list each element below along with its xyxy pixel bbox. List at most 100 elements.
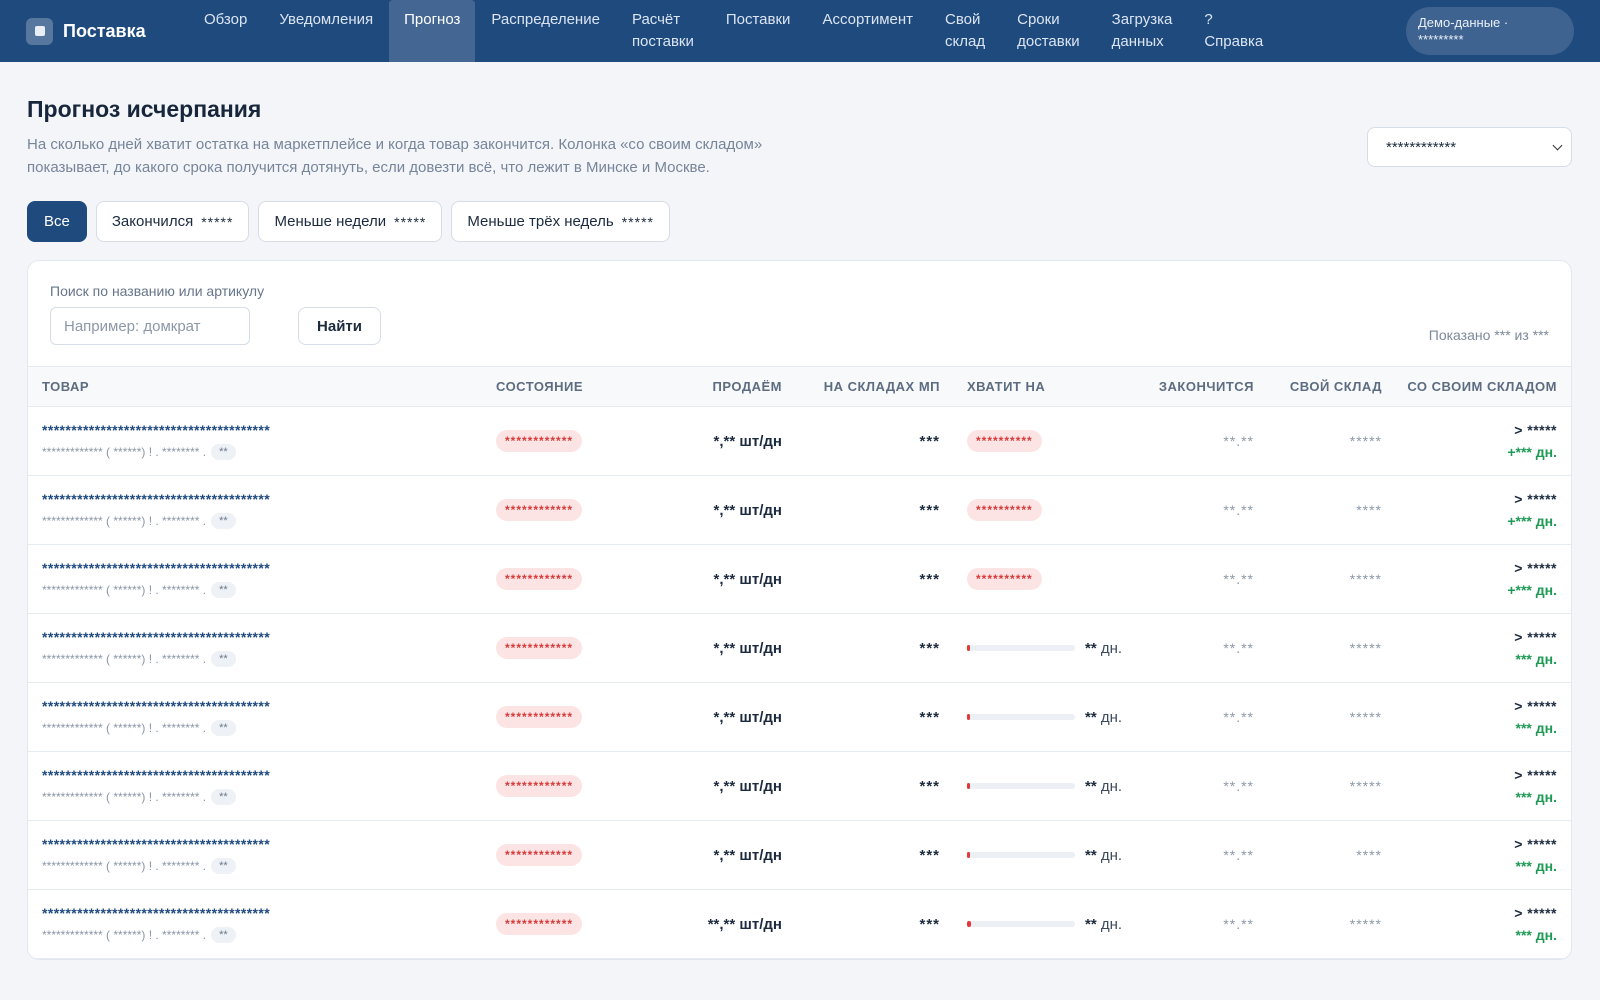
- nav-item[interactable]: ? Справка: [1188, 0, 1279, 62]
- cell-state: ************: [496, 475, 661, 545]
- cell-state: ************: [496, 406, 661, 476]
- cell-runs-out: **.**: [1126, 613, 1254, 683]
- days-left-bar-fill: [967, 783, 971, 789]
- product-meta: ************* ( ******) ! . ******** .: [42, 928, 207, 942]
- days-left-number: **: [1085, 708, 1097, 726]
- table-row[interactable]: *************************************** *…: [28, 544, 1571, 614]
- period-select[interactable]: ************: [1367, 127, 1572, 167]
- days-left-unit: дн.: [1100, 846, 1123, 864]
- column-header-mp-stock[interactable]: НА СКЛАДАХ МП: [782, 366, 940, 407]
- product-title-link[interactable]: ***************************************: [42, 698, 496, 714]
- main-nav: Обзор Уведомления Прогноз Распределение Расч…: [188, 0, 1279, 62]
- cell-enough-for: ** дн.: [940, 613, 1126, 683]
- nav-item[interactable]: Ассортимент: [806, 0, 929, 62]
- runs-out-date: **.**: [1223, 501, 1254, 518]
- runs-out-date: **.**: [1223, 777, 1254, 794]
- cell-mp-stock: ***: [782, 544, 940, 614]
- table-row[interactable]: *************************************** *…: [28, 682, 1571, 752]
- column-header-state[interactable]: СОСТОЯНИЕ: [496, 366, 661, 407]
- nav-item[interactable]: Поставки: [710, 0, 807, 62]
- nav-item[interactable]: Расчёт поставки: [616, 0, 710, 62]
- status-badge: ************: [496, 775, 583, 797]
- product-title-link[interactable]: ***************************************: [42, 560, 496, 576]
- filter-chip[interactable]: Закончился *****: [95, 201, 250, 242]
- filter-chip-count: *****: [394, 213, 427, 230]
- days-left-unit: дн.: [1100, 639, 1123, 657]
- mp-stock-value: ***: [919, 846, 940, 864]
- product-title-link[interactable]: ***************************************: [42, 905, 496, 921]
- search-label: Поиск по названию или артикулу: [50, 283, 265, 299]
- product-title-link[interactable]: ***************************************: [42, 767, 496, 783]
- cell-runs-out: **.**: [1126, 751, 1254, 821]
- demo-data-badge[interactable]: Демо-данные · *********: [1406, 7, 1574, 55]
- cell-product: *************************************** *…: [28, 751, 496, 821]
- nav-item[interactable]: Загрузка данных: [1096, 0, 1189, 62]
- table-row[interactable]: *************************************** *…: [28, 820, 1571, 890]
- product-subtitle: ************* ( ******) ! . ******** . **: [42, 582, 496, 598]
- column-header-enough-for[interactable]: ХВАТИТ НА: [940, 366, 1126, 407]
- filter-chip[interactable]: Меньше недели *****: [258, 201, 443, 242]
- nav-item[interactable]: Прогноз: [389, 0, 476, 62]
- runs-out-date: **.**: [1223, 915, 1254, 932]
- table-row[interactable]: *************************************** *…: [28, 613, 1571, 683]
- page-description: На сколько дней хватит остатка на маркет…: [27, 136, 763, 176]
- cell-enough-for: ** дн.: [940, 751, 1126, 821]
- cell-state: ************: [496, 613, 661, 683]
- cell-enough-for: ** дн.: [940, 889, 1126, 959]
- sales-rate: *,** шт/дн: [713, 846, 782, 864]
- cell-runs-out: **.**: [1126, 544, 1254, 614]
- sales-rate: *,** шт/дн: [713, 708, 782, 726]
- cell-runs-out: **.**: [1126, 820, 1254, 890]
- cell-product: *************************************** *…: [28, 406, 496, 476]
- product-subtitle: ************* ( ******) ! . ******** . **: [42, 651, 496, 667]
- table-row[interactable]: *************************************** *…: [28, 475, 1571, 545]
- sales-rate: **,** шт/дн: [707, 915, 782, 933]
- brand[interactable]: Поставка: [26, 0, 188, 62]
- mp-stock-value: ***: [919, 708, 940, 726]
- nav-item[interactable]: Сроки доставки: [1001, 0, 1096, 62]
- own-warehouse-value: *****: [1349, 708, 1382, 725]
- product-title-link[interactable]: ***************************************: [42, 836, 496, 852]
- own-warehouse-value: *****: [1349, 915, 1382, 932]
- product-title-link[interactable]: ***************************************: [42, 491, 496, 507]
- days-left-bar: [967, 645, 1075, 651]
- filter-chip[interactable]: Все: [27, 201, 87, 242]
- own-warehouse-value: ****: [1356, 846, 1382, 863]
- table-row[interactable]: *************************************** *…: [28, 406, 1571, 476]
- product-subtitle: ************* ( ******) ! . ******** . **: [42, 858, 496, 874]
- days-left-bar: [967, 852, 1075, 858]
- column-header-own-warehouse[interactable]: СВОЙ СКЛАД: [1254, 366, 1382, 407]
- search-input[interactable]: [50, 307, 250, 345]
- product-tag: **: [211, 444, 236, 460]
- column-header-runs-out[interactable]: ЗАКОНЧИТСЯ: [1126, 366, 1254, 407]
- nav-item[interactable]: Уведомления: [263, 0, 389, 62]
- with-own-warehouse-date: > *****: [1514, 491, 1557, 507]
- cell-with-own-warehouse: > ***** +*** дн.: [1382, 475, 1571, 545]
- nav-item[interactable]: Распределение: [475, 0, 616, 62]
- cell-selling: *,** шт/дн: [661, 406, 782, 476]
- search-button[interactable]: Найти: [298, 307, 381, 345]
- nav-item[interactable]: Обзор: [188, 0, 263, 62]
- column-header-selling[interactable]: ПРОДАЁМ: [661, 366, 782, 407]
- status-badge: ************: [496, 430, 583, 452]
- table-row[interactable]: *************************************** *…: [28, 889, 1571, 959]
- product-subtitle: ************* ( ******) ! . ******** . **: [42, 789, 496, 805]
- column-header-with-own-warehouse[interactable]: СО СВОИМ СКЛАДОМ: [1382, 366, 1571, 407]
- out-of-stock-badge: **********: [967, 499, 1042, 521]
- product-title-link[interactable]: ***************************************: [42, 629, 496, 645]
- cell-state: ************: [496, 682, 661, 752]
- product-title-link[interactable]: ***************************************: [42, 422, 496, 438]
- days-left-indicator: ** дн.: [967, 916, 1126, 933]
- days-left-bar-fill: [967, 921, 972, 927]
- product-tag: **: [211, 513, 236, 529]
- with-own-warehouse-gain: *** дн.: [1515, 651, 1557, 667]
- filter-chip[interactable]: Меньше трёх недель *****: [451, 201, 670, 242]
- column-header-product[interactable]: ТОВАР: [28, 366, 496, 407]
- product-tag: **: [211, 582, 236, 598]
- table-row[interactable]: *************************************** *…: [28, 751, 1571, 821]
- cell-selling: *,** шт/дн: [661, 682, 782, 752]
- days-left-bar: [967, 714, 1075, 720]
- nav-item[interactable]: Свой склад: [929, 0, 1001, 62]
- cell-state: ************: [496, 889, 661, 959]
- cell-mp-stock: ***: [782, 682, 940, 752]
